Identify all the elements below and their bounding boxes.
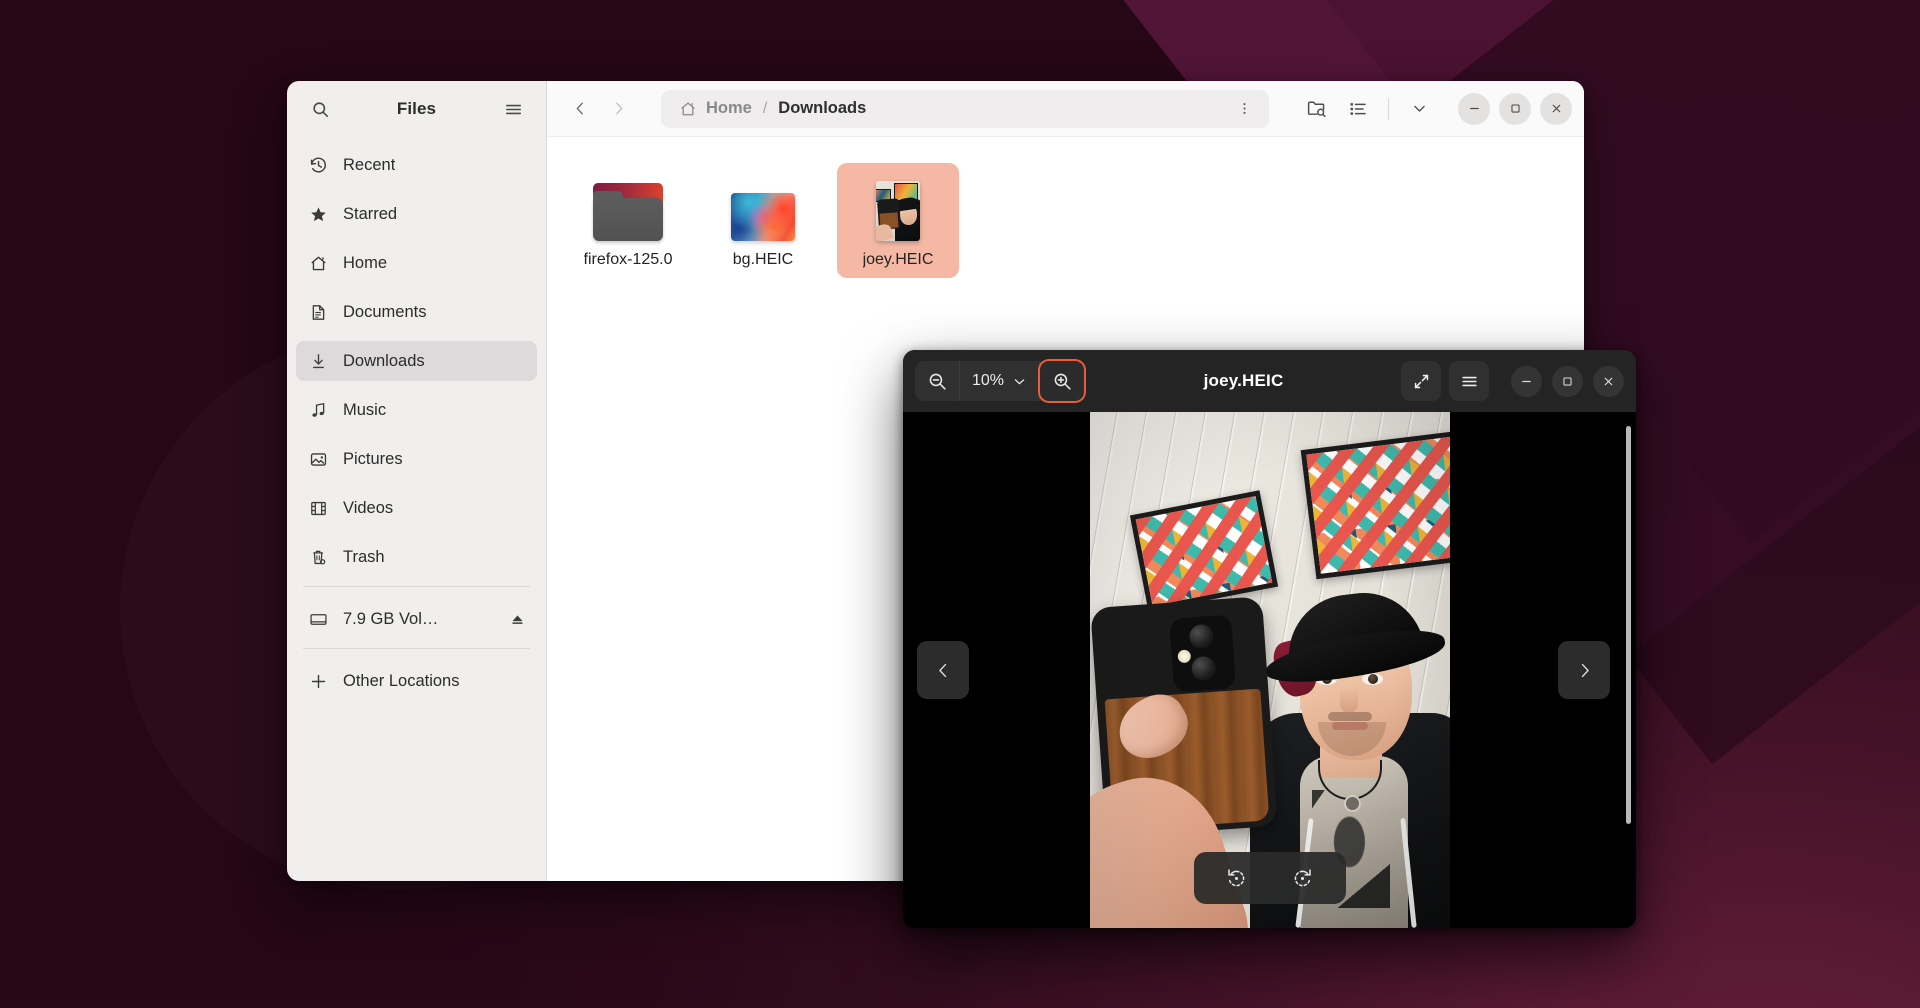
viewer-window-controls xyxy=(1511,365,1624,397)
viewer-headerbar: 10% joey.HEIC xyxy=(903,350,1636,412)
image-viewer-window[interactable]: 10% joey.HEIC xyxy=(903,350,1636,928)
expand-arrows-icon[interactable] xyxy=(1401,361,1441,401)
sidebar-item-label: Other Locations xyxy=(343,671,460,690)
sidebar-title: Files xyxy=(396,99,437,118)
sidebar-item-label: Starred xyxy=(343,204,398,223)
sidebar-item-downloads[interactable]: Downloads xyxy=(296,341,537,381)
forward-button[interactable] xyxy=(601,92,635,126)
file-item-folder[interactable]: firefox-125.0 xyxy=(567,163,689,278)
folder-icon xyxy=(593,173,663,241)
close-icon[interactable] xyxy=(1540,92,1572,125)
breadcrumb-segment-downloads[interactable]: Downloads xyxy=(778,99,866,118)
sidebar-item-label: Pictures xyxy=(343,449,403,468)
hamburger-menu-icon[interactable] xyxy=(496,92,530,126)
image-thumbnail xyxy=(731,173,795,241)
sidebar-item-music[interactable]: Music xyxy=(296,390,537,430)
sidebar-item-label: Music xyxy=(343,400,387,419)
window-controls xyxy=(1458,92,1572,125)
hamburger-menu-icon[interactable] xyxy=(1449,361,1489,401)
sidebar-item-label: Home xyxy=(343,253,388,272)
sidebar-item-label: Trash xyxy=(343,547,385,566)
zoom-in-icon[interactable] xyxy=(1040,361,1085,401)
back-button[interactable] xyxy=(563,92,597,126)
folder-search-icon[interactable] xyxy=(1297,91,1335,127)
sidebar-item-videos[interactable]: Videos xyxy=(296,488,537,528)
star-icon xyxy=(308,204,328,224)
viewer-title: joey.HEIC xyxy=(1203,371,1284,390)
clock-history-icon xyxy=(308,155,328,175)
file-label: firefox-125.0 xyxy=(583,251,673,268)
film-strip-icon xyxy=(308,498,328,518)
displayed-image xyxy=(1089,412,1450,928)
file-item-image-bg[interactable]: bg.HEIC xyxy=(702,163,824,278)
file-item-image-joey[interactable]: joey.HEIC xyxy=(837,163,959,278)
minimize-icon[interactable] xyxy=(1458,92,1490,125)
download-arrow-icon xyxy=(308,351,328,371)
picture-icon xyxy=(308,449,328,469)
files-headerbar: Home / Downloads xyxy=(547,81,1584,137)
sidebar-item-other-locations[interactable]: Other Locations xyxy=(296,661,537,701)
home-icon xyxy=(308,253,328,273)
sidebar-divider-2 xyxy=(303,648,530,649)
minimize-icon[interactable] xyxy=(1511,365,1542,397)
chevron-down-icon[interactable] xyxy=(1400,91,1438,127)
file-label: joey.HEIC xyxy=(862,251,934,268)
sidebar-item-recent[interactable]: Recent xyxy=(296,145,537,185)
previous-image-button[interactable] xyxy=(917,641,969,699)
sidebar-header: Files xyxy=(287,81,546,137)
sidebar-item-pictures[interactable]: Pictures xyxy=(296,439,537,479)
file-label: bg.HEIC xyxy=(732,251,794,268)
desktop: Files Recent Starred Home Documents Down… xyxy=(0,0,1920,1008)
image-thumbnail xyxy=(876,173,920,241)
sidebar-item-starred[interactable]: Starred xyxy=(296,194,537,234)
rotate-right-icon[interactable] xyxy=(1282,857,1324,899)
chevron-down-icon xyxy=(1012,374,1027,389)
headerbar-divider xyxy=(1388,97,1389,120)
sidebar-item-label: Documents xyxy=(343,302,427,321)
next-image-button[interactable] xyxy=(1558,641,1610,699)
search-icon[interactable] xyxy=(303,92,337,126)
three-dots-vertical-icon[interactable] xyxy=(1229,94,1259,124)
list-view-icon[interactable] xyxy=(1339,91,1377,127)
sidebar-divider-1 xyxy=(303,586,530,587)
sidebar-item-documents[interactable]: Documents xyxy=(296,292,537,332)
vertical-scrollbar[interactable] xyxy=(1626,426,1631,824)
sidebar-item-label: 7.9 GB Vol… xyxy=(343,609,439,628)
maximize-icon[interactable] xyxy=(1499,92,1531,125)
trash-icon xyxy=(308,547,328,567)
sidebar-places-list: Recent Starred Home Documents Downloads … xyxy=(287,137,546,881)
zoom-level-value: 10% xyxy=(972,372,1005,389)
breadcrumb-separator: / xyxy=(762,99,768,117)
breadcrumb-segment-home[interactable]: Home xyxy=(706,99,752,118)
sidebar-item-home[interactable]: Home xyxy=(296,243,537,283)
zoom-level-dropdown[interactable]: 10% xyxy=(959,361,1041,401)
breadcrumb[interactable]: Home / Downloads xyxy=(661,89,1269,128)
zoom-controls-group: 10% xyxy=(915,361,1085,401)
plus-icon xyxy=(308,671,328,691)
sidebar-item-label: Recent xyxy=(343,155,396,174)
sidebar-item-label: Downloads xyxy=(343,351,425,370)
drive-icon xyxy=(308,609,328,629)
rotate-toolbar xyxy=(1193,852,1346,904)
files-sidebar: Files Recent Starred Home Documents Down… xyxy=(287,81,547,881)
rotate-left-icon[interactable] xyxy=(1216,857,1258,899)
document-icon xyxy=(308,302,328,322)
viewer-image-area[interactable] xyxy=(903,412,1636,928)
zoom-out-icon[interactable] xyxy=(915,361,959,401)
sidebar-item-trash[interactable]: Trash xyxy=(296,537,537,577)
home-outline-icon xyxy=(679,100,697,118)
sidebar-item-label: Videos xyxy=(343,498,394,517)
close-icon[interactable] xyxy=(1593,365,1624,397)
maximize-icon[interactable] xyxy=(1552,365,1583,397)
eject-icon[interactable] xyxy=(510,612,525,627)
music-note-icon xyxy=(308,400,328,420)
sidebar-item-volume[interactable]: 7.9 GB Vol… xyxy=(296,599,537,639)
